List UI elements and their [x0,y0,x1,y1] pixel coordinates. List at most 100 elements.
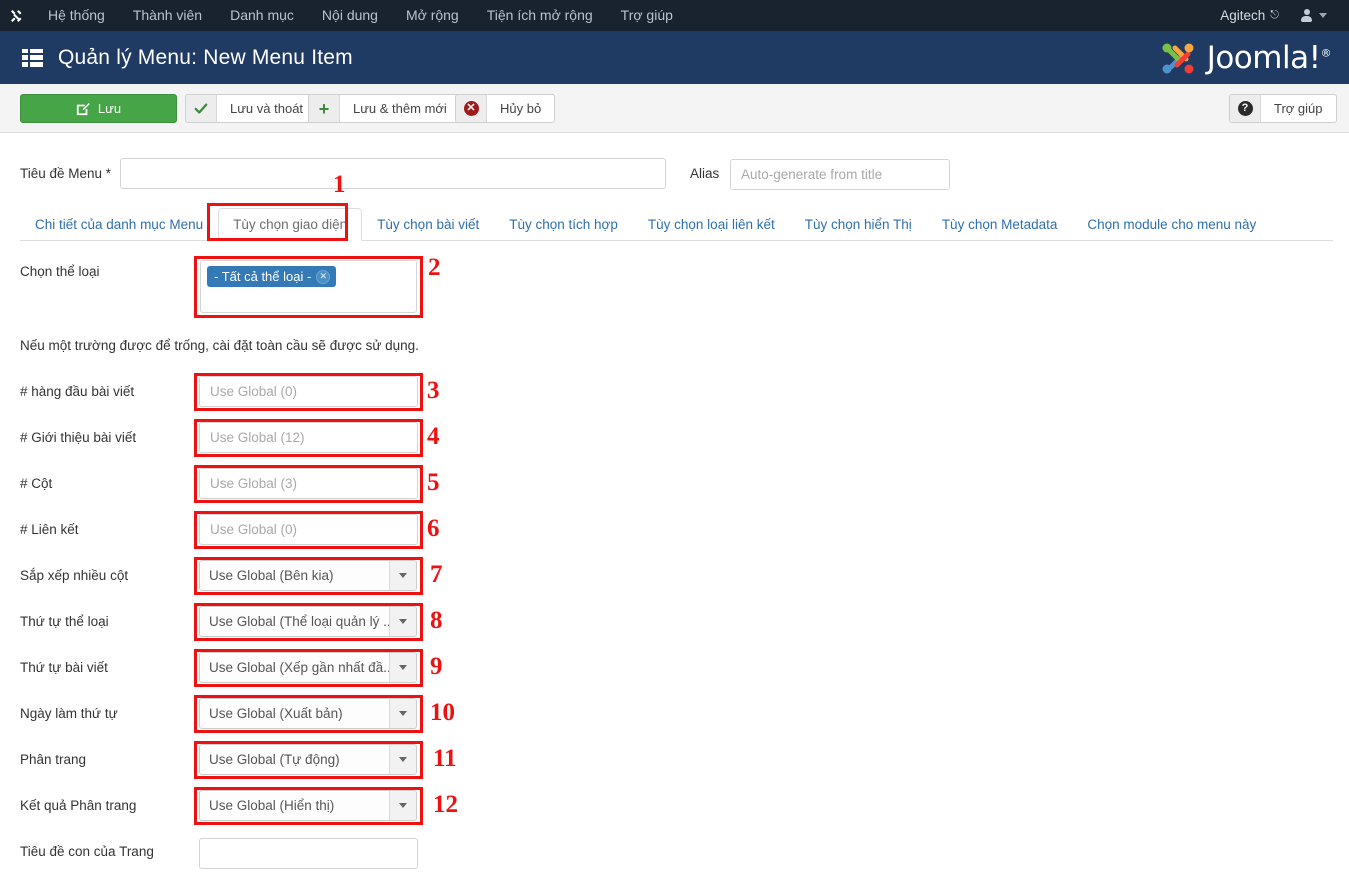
field-label-date-for-ordering: Ngày làm thứ tự [20,706,118,721]
help-button[interactable]: ? Trợ giúp [1229,94,1337,123]
remove-circle-icon[interactable]: ✕ [316,269,331,284]
select-value-pagination: Use Global (Tự động) [209,752,340,767]
field-input-leading-articles[interactable] [199,376,418,407]
check-icon [186,95,217,122]
chevron-down-icon [389,745,416,774]
options-tab-bar: Chi tiết của danh mục Menu Tùy chọn giao… [20,204,1333,241]
field-label-pagination-results: Kết quả Phân trang [20,798,137,813]
save-button[interactable]: Lưu [20,94,177,123]
field-input-columns[interactable] [199,468,418,499]
user-menu-button[interactable] [1291,9,1337,22]
menu-list-icon [22,48,44,67]
site-preview-link[interactable]: Agitech ⎋ [1208,8,1291,23]
select-value-article-order: Use Global (Xếp gần nhất đầ... [209,660,389,675]
annotation-number-10: 10 [430,699,455,726]
cancel-button[interactable]: ✕ Hủy bỏ [455,94,556,123]
top-nav-menu: Hệ thống Thành viên Danh mục Nội dung Mở… [34,0,687,31]
select-value-category-order: Use Global (Thể loại quản lý ... [209,614,389,629]
annotation-number-4: 4 [427,423,440,450]
chevron-down-icon [389,791,416,820]
save-and-new-label: Lưu & thêm mới [353,101,447,116]
help-label: Trợ giúp [1274,101,1323,116]
chevron-down-icon [389,653,416,682]
select-value-pagination-results: Use Global (Hiển thị) [209,798,335,813]
brand-text: Joomla! [1206,39,1321,76]
field-input-page-subheading[interactable] [199,838,418,869]
external-link-icon: ⎋ [1270,9,1279,21]
annotation-number-11: 11 [433,745,457,772]
annotation-number-3: 3 [427,377,440,404]
menu-title-input[interactable] [120,158,666,189]
save-and-new-button[interactable]: + Lưu & thêm mới [308,94,461,123]
field-label-page-subheading: Tiêu đề con của Trang [20,844,154,859]
tab-article-options[interactable]: Tùy chọn bài viết [362,208,494,242]
question-circle-icon: ? [1230,95,1261,122]
field-select-category-order[interactable]: Use Global (Thể loại quản lý ... [199,606,417,637]
annotation-number-5: 5 [427,469,440,496]
tab-module-assignment[interactable]: Chọn module cho menu này [1072,208,1271,242]
field-input-intro-articles[interactable] [199,422,418,453]
chevron-down-icon [389,699,416,728]
field-label-leading-articles: # hàng đầu bài viết [20,384,135,399]
annotation-number-8: 8 [430,607,443,634]
site-name-label: Agitech [1220,8,1266,23]
nav-item-danh-muc[interactable]: Danh mục [216,0,308,31]
user-icon [1301,9,1312,22]
field-select-date-for-ordering[interactable]: Use Global (Xuất bản) [199,698,417,729]
category-chip[interactable]: - Tất cả thể loại - ✕ [207,266,337,287]
nav-item-he-thong[interactable]: Hệ thống [34,0,119,31]
tab-link-type-options[interactable]: Tùy chọn loại liên kết [633,208,790,242]
nav-item-tro-giup[interactable]: Trợ giúp [607,0,687,31]
page-title-bar: Quản lý Menu: New Menu Item Joomla!® [0,31,1349,84]
annotation-number-2: 2 [428,254,441,281]
annotation-number-6: 6 [427,515,440,542]
save-button-label: Lưu [97,101,122,116]
field-label-intro-articles: # Giới thiệu bài viết [20,430,137,445]
tab-menu-details[interactable]: Chi tiết của danh mục Menu [20,208,218,242]
joomla-wordmark: Joomla!® [1206,39,1332,76]
tab-integration-options[interactable]: Tùy chọn tích hợp [494,208,633,242]
select-value-date-for-ordering: Use Global (Xuất bản) [209,706,343,721]
field-input-links[interactable] [199,514,418,545]
joomla-brand-logo: Joomla!® [1158,39,1331,77]
field-label-columns: # Cột [20,476,53,491]
top-navigation-bar: Hệ thống Thành viên Danh mục Nội dung Mở… [0,0,1349,31]
joomla-mark-icon [1162,43,1194,73]
field-select-pagination-results[interactable]: Use Global (Hiển thị) [199,790,417,821]
tab-display-options[interactable]: Tùy chọn hiển Thị [790,208,927,242]
tab-layout-options[interactable]: Tùy chọn giao diện [218,207,363,241]
field-select-article-order[interactable]: Use Global (Xếp gần nhất đầ... [199,652,417,683]
category-label: Chọn thể loại [20,264,100,279]
top-nav-right-group: Agitech ⎋ [1208,0,1349,31]
cancel-label: Hủy bỏ [500,101,542,116]
cancel-circle-icon: ✕ [456,95,487,122]
nav-item-thanh-vien[interactable]: Thành viên [119,0,216,31]
field-label-links: # Liên kết [20,522,79,537]
save-pencil-icon [76,102,90,115]
field-label-article-order: Thứ tự bài viết [20,660,108,675]
category-chip-label: - Tất cả thể loại - [214,269,312,284]
field-label-pagination: Phân trang [20,752,87,767]
tab-metadata-options[interactable]: Tùy chọn Metadata [927,208,1073,242]
alias-input[interactable] [730,159,950,190]
joomla-admin-page: Hệ thống Thành viên Danh mục Nội dung Mở… [0,0,1349,882]
annotation-number-9: 9 [430,653,443,680]
nav-item-mo-rong[interactable]: Mở rộng [392,0,473,31]
chevron-down-icon [389,607,416,636]
save-and-close-button[interactable]: Lưu và thoát [185,94,318,123]
joomla-logo-icon[interactable] [0,0,34,31]
select-value-multi-column-order: Use Global (Bên kia) [209,568,334,583]
chevron-down-icon [389,561,416,590]
chevron-down-icon [1319,13,1327,18]
annotation-number-12: 12 [433,791,458,818]
menu-title-label: Tiêu đề Menu * [20,166,112,181]
nav-item-noi-dung[interactable]: Nội dung [308,0,392,31]
nav-item-tien-ich-mo-rong[interactable]: Tiện ích mở rộng [473,0,607,31]
alias-label: Alias [690,166,720,181]
field-select-multi-column-order[interactable]: Use Global (Bên kia) [199,560,417,591]
field-label-category-order: Thứ tự thể loại [20,614,109,629]
field-select-pagination[interactable]: Use Global (Tự động) [199,744,417,775]
brand-registered-mark: ® [1320,46,1332,60]
category-multiselect[interactable]: - Tất cả thể loại - ✕ [200,260,417,313]
page-title: Quản lý Menu: New Menu Item [58,45,353,69]
